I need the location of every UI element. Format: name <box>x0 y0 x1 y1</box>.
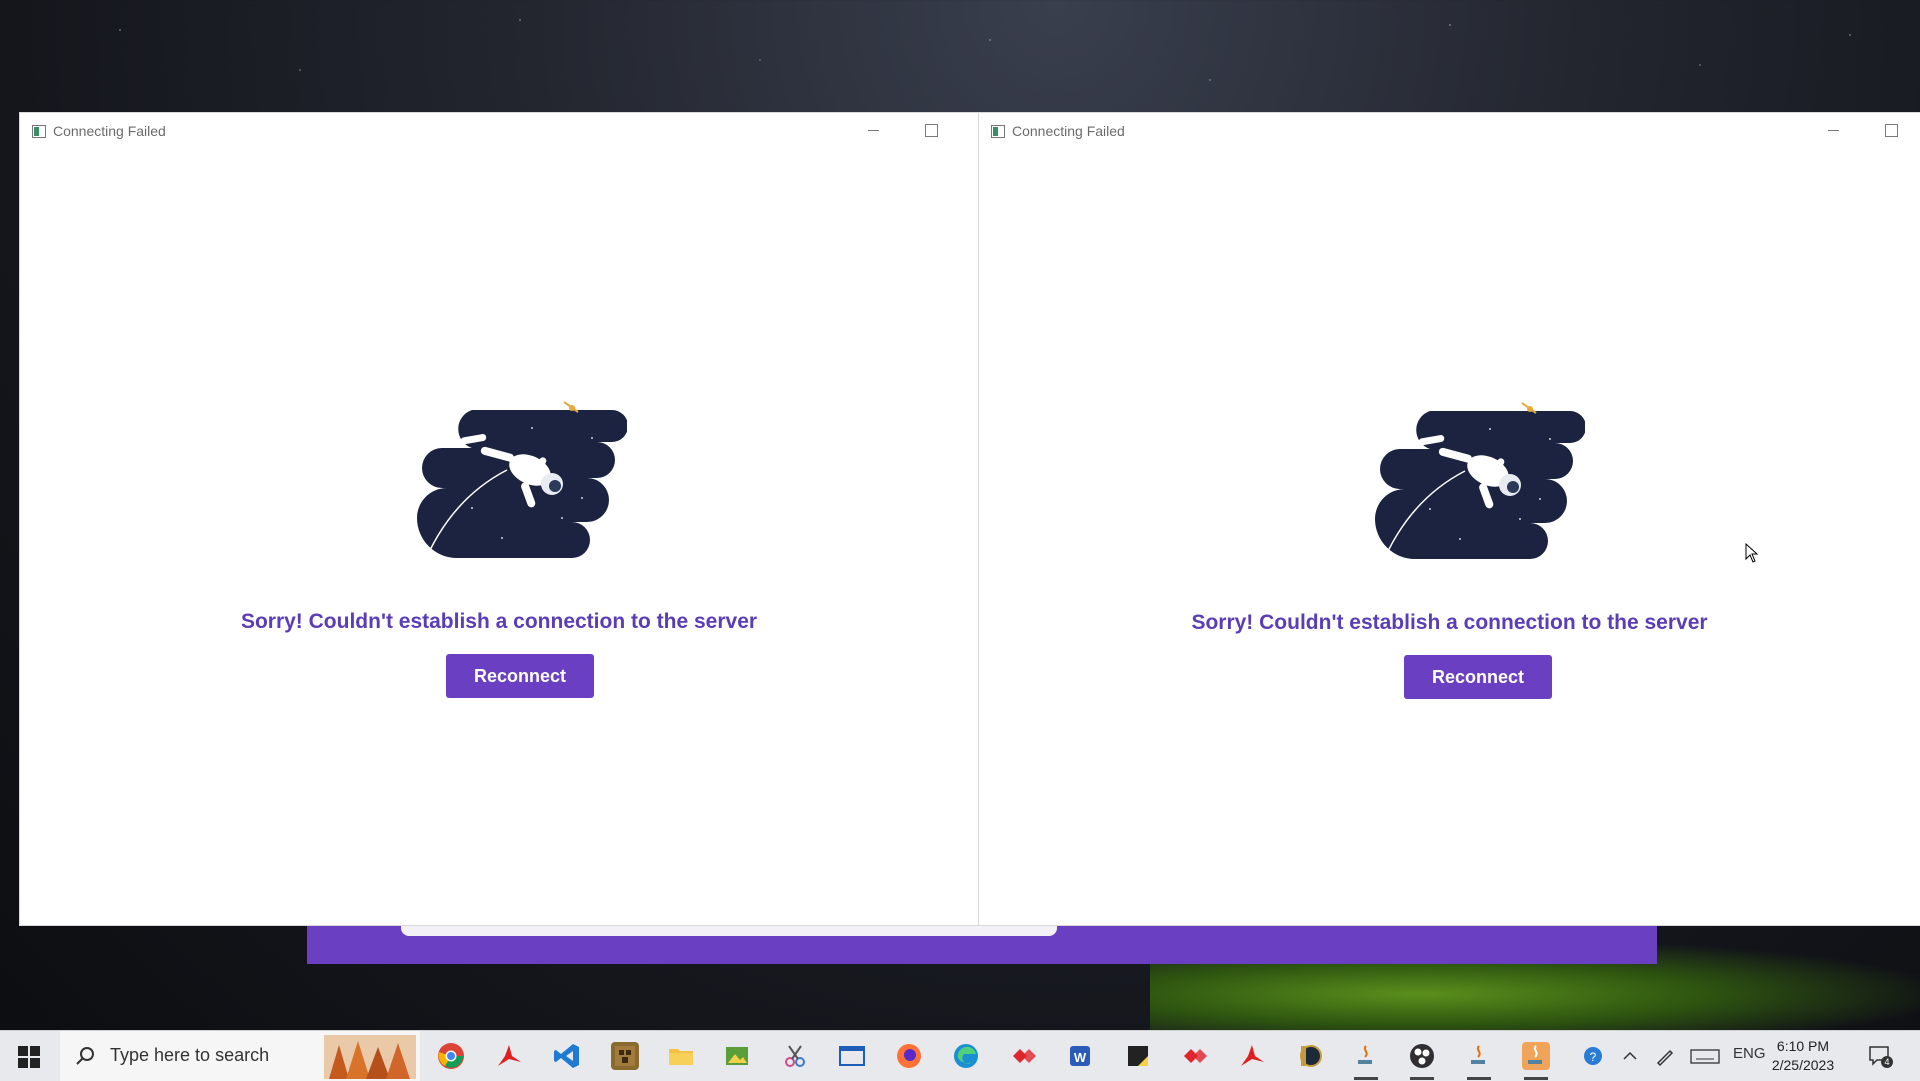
background-app-window <box>307 926 1657 964</box>
clock-time: 6:10 PM <box>1776 1038 1830 1054</box>
chevron-up-icon[interactable] <box>1622 1045 1638 1067</box>
java-icon[interactable] <box>1352 1042 1380 1080</box>
reconnect-button[interactable]: Reconnect <box>446 654 594 698</box>
mouse-cursor-icon <box>1745 543 1759 563</box>
anydesk-icon[interactable] <box>1010 1042 1038 1070</box>
connecting-failed-window-2: Connecting Failed Sorry! Couldn't establ… <box>979 113 1920 925</box>
connecting-failed-window-1: Connecting Failed Sorry! Couldn't establ… <box>20 113 978 925</box>
language-indicator[interactable]: ENG <box>1733 1045 1766 1062</box>
help-icon[interactable]: ? <box>1583 1045 1605 1067</box>
file-explorer-icon[interactable] <box>667 1042 695 1070</box>
notification-count-badge: 4 <box>1881 1056 1893 1068</box>
title-bar[interactable]: Connecting Failed <box>979 113 1920 149</box>
system-clock[interactable]: 6:10 PM 2/25/2023 <box>1768 1037 1838 1075</box>
maximize-icon <box>924 124 938 138</box>
java-icon[interactable] <box>1465 1042 1493 1080</box>
reconnect-button[interactable]: Reconnect <box>1404 655 1552 699</box>
error-message: Sorry! Couldn't establish a connection t… <box>240 610 758 633</box>
app-icon <box>32 125 46 138</box>
search-highlight-image <box>324 1035 416 1079</box>
photos-icon[interactable] <box>723 1042 751 1070</box>
taskbar: Type here to search W ? ENG 6:10 PM 2/25… <box>0 1030 1920 1081</box>
keyboard-icon[interactable] <box>1690 1045 1720 1067</box>
astronaut-illustration <box>417 401 627 569</box>
astronaut-illustration <box>1375 402 1585 570</box>
background-app-panel <box>401 926 1057 936</box>
acrobat-icon[interactable] <box>1238 1042 1266 1070</box>
obs-icon[interactable] <box>1408 1042 1436 1080</box>
taskbar-search-box[interactable]: Type here to search <box>60 1031 420 1081</box>
minimize-button[interactable] <box>1818 119 1848 143</box>
window-title: Connecting Failed <box>53 123 166 139</box>
search-icon <box>76 1047 94 1065</box>
minecraft-icon[interactable] <box>611 1042 639 1070</box>
java-icon[interactable] <box>1522 1042 1550 1080</box>
maximize-button[interactable] <box>916 119 946 143</box>
acrobat-icon[interactable] <box>495 1042 523 1070</box>
firefox-icon[interactable] <box>895 1042 923 1070</box>
title-bar[interactable]: Connecting Failed <box>20 113 978 149</box>
app-icon <box>991 125 1005 138</box>
maximize-icon <box>1884 124 1898 138</box>
svg-text:?: ? <box>1590 1050 1597 1064</box>
minimize-icon <box>867 130 879 132</box>
window-icon[interactable] <box>838 1042 866 1070</box>
clock-date: 2/25/2023 <box>1771 1057 1835 1073</box>
league-icon[interactable] <box>1295 1042 1323 1070</box>
snipping-tool-icon[interactable] <box>781 1042 809 1070</box>
edge-icon[interactable] <box>952 1042 980 1070</box>
svg-text:W: W <box>1074 1050 1087 1065</box>
word-icon[interactable]: W <box>1066 1042 1094 1070</box>
windows-start-icon[interactable] <box>18 1046 40 1068</box>
chrome-icon[interactable] <box>437 1042 465 1070</box>
minimize-button[interactable] <box>858 119 888 143</box>
anydesk-icon[interactable] <box>1181 1042 1209 1070</box>
error-message: Sorry! Couldn't establish a connection t… <box>1191 611 1708 634</box>
sticky-notes-icon[interactable] <box>1124 1042 1152 1070</box>
minimize-icon <box>1827 130 1839 132</box>
search-placeholder: Type here to search <box>110 1045 270 1065</box>
vscode-icon[interactable] <box>553 1042 581 1070</box>
notification-center-button[interactable]: 4 <box>1868 1044 1893 1068</box>
window-title: Connecting Failed <box>1012 123 1125 139</box>
maximize-button[interactable] <box>1876 119 1906 143</box>
pen-icon[interactable] <box>1654 1045 1676 1067</box>
